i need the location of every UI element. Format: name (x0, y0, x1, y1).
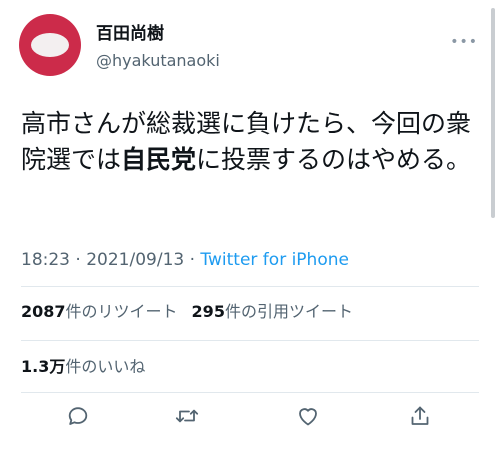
divider (21, 286, 479, 287)
retweet-icon (174, 404, 200, 432)
divider (21, 392, 479, 393)
retweets-count: 2087 (21, 302, 66, 321)
reply-button[interactable] (63, 403, 93, 433)
retweets-label: 件のリツイート (65, 302, 178, 321)
quotes-label: 件の引用ツイート (224, 302, 353, 321)
divider (21, 340, 479, 341)
quotes-count: 295 (191, 302, 225, 321)
retweets-link[interactable]: 2087件のリツイート (21, 302, 178, 321)
meta-separator: · (70, 250, 87, 270)
likes-label: 件のいいね (65, 357, 146, 376)
share-button[interactable] (405, 403, 435, 433)
avatar[interactable] (19, 14, 81, 76)
retweet-button[interactable] (172, 403, 202, 433)
action-bar (0, 403, 500, 433)
more-options-icon[interactable]: ••• (450, 34, 478, 50)
share-icon (408, 404, 432, 432)
tweet-meta: 18:23 · 2021/09/13 · Twitter for iPhone (21, 249, 349, 271)
scrollbar[interactable] (491, 8, 495, 218)
tweet-text-bold: 自民党 (121, 145, 197, 174)
tweet-text: 高市さんが総裁選に負けたら、今回の衆院選では自民党に投票するのはやめる。 (21, 106, 481, 178)
quotes-link[interactable]: 295件の引用ツイート (192, 302, 353, 321)
avatar-logo (31, 33, 69, 57)
reply-icon (66, 404, 90, 432)
like-button[interactable] (293, 403, 323, 433)
tweet-text-part: に投票するのはやめる。 (196, 145, 472, 174)
retweet-stats: 2087件のリツイート 295件の引用ツイート (21, 301, 353, 323)
tweet-source-link[interactable]: Twitter for iPhone (200, 250, 349, 270)
tweet-time[interactable]: 18:23 (21, 250, 70, 270)
likes-count: 1.3万 (21, 357, 66, 376)
likes-link[interactable]: 1.3万件のいいね (21, 356, 145, 378)
author-display-name[interactable]: 百田尚樹 (96, 24, 164, 44)
tweet-date[interactable]: 2021/09/13 (86, 250, 184, 270)
author-handle[interactable]: @hyakutanaoki (96, 51, 220, 71)
heart-icon (296, 404, 320, 432)
meta-separator: · (184, 250, 201, 270)
